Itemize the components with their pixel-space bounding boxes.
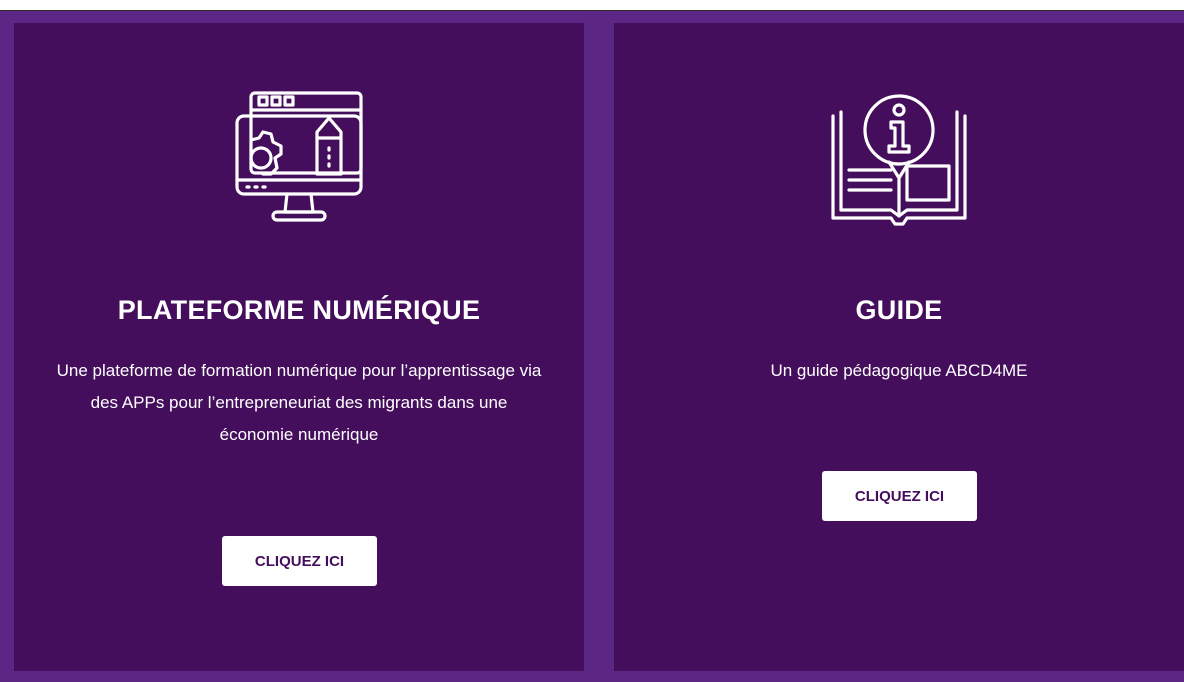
cards-section: PLATEFORME NUMÉRIQUE Une plateforme de f… [0, 11, 1184, 682]
platform-card: PLATEFORME NUMÉRIQUE Une plateforme de f… [14, 23, 584, 671]
cliquez-ici-button[interactable]: CLIQUEZ ICI [222, 536, 377, 586]
card-title: PLATEFORME NUMÉRIQUE [117, 295, 481, 325]
icon-container [14, 88, 584, 228]
cliquez-ici-button[interactable]: CLIQUEZ ICI [822, 471, 977, 521]
card-description: Une plateforme de formation numérique po… [56, 361, 542, 444]
icon-container [614, 88, 1184, 228]
info-book-icon [831, 94, 967, 226]
top-border [0, 0, 1184, 11]
guide-card: GUIDE Un guide pédagogique ABCD4ME CLIQU… [614, 23, 1184, 671]
computer-design-icon [235, 91, 363, 222]
card-description: Un guide pédagogique ABCD4ME [770, 361, 1028, 380]
card-title: GUIDE [855, 295, 943, 325]
